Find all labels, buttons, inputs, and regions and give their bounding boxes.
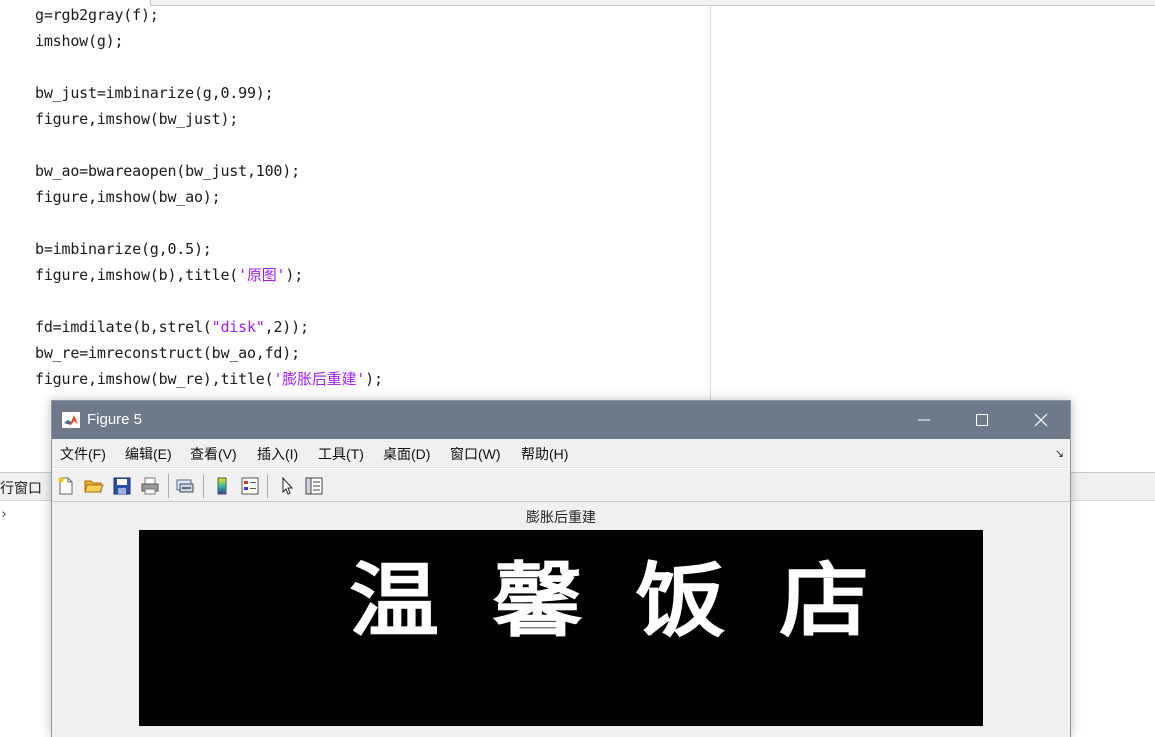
dock-arrow-icon[interactable]: ↘: [1055, 447, 1064, 460]
image-char: 馨: [492, 554, 583, 649]
figure-window[interactable]: Figure 5 文件(F) 编辑(E) 查看(V) 插入(I) 工具(T) 桌…: [51, 400, 1071, 737]
edit-plot-icon: [282, 476, 294, 495]
code-token: b=imbinarize(g,0.5);: [35, 240, 212, 258]
code-line[interactable]: [35, 210, 383, 236]
print-button[interactable]: [138, 474, 162, 498]
plot-title: 膨胀后重建: [526, 510, 596, 526]
open-file-icon: [84, 480, 104, 493]
code-line[interactable]: figure,imshow(bw_re),title('膨胀后重建');: [35, 366, 383, 392]
menu-help[interactable]: 帮助(H): [521, 439, 568, 468]
save-icon: [113, 477, 131, 495]
code-line[interactable]: figure,imshow(bw_ao);: [35, 184, 383, 210]
link-plot-icon: [176, 479, 194, 493]
code-line[interactable]: figure,imshow(bw_just);: [35, 106, 383, 132]
code-line[interactable]: bw_re=imreconstruct(bw_ao,fd);: [35, 340, 383, 366]
menu-window[interactable]: 窗口(W): [450, 439, 501, 468]
toolbar-separator: [203, 474, 204, 498]
legend-icon: [241, 477, 259, 495]
maximize-icon: [976, 414, 988, 426]
code-line[interactable]: [35, 132, 383, 158]
menu-tools[interactable]: 工具(T): [318, 439, 364, 468]
code-token: bw_ao=bwareaopen(bw_just,100);: [35, 162, 300, 180]
menu-desktop[interactable]: 桌面(D): [383, 439, 430, 468]
menu-insert[interactable]: 插入(I): [257, 439, 298, 468]
legend-button[interactable]: [238, 474, 262, 498]
code-token: figure,imshow(b),title(: [35, 266, 239, 284]
open-file-button[interactable]: [82, 474, 106, 498]
maximize-button[interactable]: [953, 401, 1011, 439]
minimize-icon: [918, 419, 930, 421]
image-char: 店: [778, 554, 869, 649]
matlab-logo-icon: [62, 412, 80, 428]
menu-file[interactable]: 文件(F): [60, 439, 106, 468]
image-axes[interactable]: 温 馨 饭 店: [139, 530, 983, 726]
minimize-button[interactable]: [895, 401, 953, 439]
menu-view[interactable]: 查看(V): [190, 439, 237, 468]
code-line[interactable]: figure,imshow(b),title('原图');: [35, 262, 383, 288]
figure-titlebar[interactable]: Figure 5: [52, 401, 1070, 439]
property-inspector-icon: [305, 477, 323, 495]
figure-title: Figure 5: [87, 411, 143, 428]
print-icon: [141, 477, 159, 495]
code-string: '膨胀后重建': [273, 370, 366, 388]
close-button[interactable]: [1012, 401, 1070, 439]
code-token: fd=imdilate(b,strel(: [35, 318, 212, 336]
colorbar-button[interactable]: [210, 474, 234, 498]
code-token: figure,imshow(bw_re),title(: [35, 370, 274, 388]
code-string: '原图': [238, 266, 286, 284]
figure-toolbar: [52, 468, 1070, 502]
property-inspector-button[interactable]: [302, 474, 326, 498]
code-token: bw_just=imbinarize(g,0.99);: [35, 84, 274, 102]
new-figure-button[interactable]: [54, 474, 78, 498]
code-line[interactable]: g=rgb2gray(f);: [35, 2, 383, 28]
close-icon: [1034, 413, 1048, 427]
code-token: g=rgb2gray(f);: [35, 6, 159, 24]
code-token: );: [365, 370, 383, 388]
code-token: imshow(g);: [35, 32, 124, 50]
code-line[interactable]: b=imbinarize(g,0.5);: [35, 236, 383, 262]
link-plot-button[interactable]: [173, 474, 197, 498]
code-line[interactable]: [35, 288, 383, 314]
edit-plot-button[interactable]: [275, 474, 299, 498]
colorbar-icon: [217, 477, 227, 495]
code-line[interactable]: bw_ao=bwareaopen(bw_just,100);: [35, 158, 383, 184]
new-figure-icon: [58, 477, 73, 495]
code-text[interactable]: g=rgb2gray(f); imshow(g); bw_just=imbinari…: [35, 2, 383, 392]
code-line[interactable]: imshow(g);: [35, 28, 383, 54]
toolbar-separator: [267, 474, 268, 498]
code-token: figure,imshow(bw_just);: [35, 110, 239, 128]
toolbar-separator: [168, 474, 169, 498]
binary-image-content: 温 馨 饭 店: [324, 552, 894, 652]
code-token: );: [285, 266, 304, 284]
code-line[interactable]: fd=imdilate(b,strel("disk",2));: [35, 314, 383, 340]
figure-canvas[interactable]: 膨胀后重建 温 馨 饭 店: [52, 503, 1070, 737]
image-char: 温: [349, 554, 439, 649]
code-line[interactable]: [35, 54, 383, 80]
code-token: bw_re=imreconstruct(bw_ao,fd);: [35, 344, 300, 362]
code-token: figure,imshow(bw_ao);: [35, 188, 221, 206]
code-token: ,2));: [264, 318, 309, 336]
figure-menubar: 文件(F) 编辑(E) 查看(V) 插入(I) 工具(T) 桌面(D) 窗口(W…: [52, 439, 1070, 468]
menu-edit[interactable]: 编辑(E): [125, 439, 172, 468]
code-string: "disk": [211, 318, 265, 336]
code-line[interactable]: bw_just=imbinarize(g,0.99);: [35, 80, 383, 106]
command-prompt-icon: ›: [0, 507, 8, 522]
save-button[interactable]: [110, 474, 134, 498]
command-window-title: 行窗口: [0, 481, 42, 497]
image-char: 饭: [635, 554, 726, 649]
